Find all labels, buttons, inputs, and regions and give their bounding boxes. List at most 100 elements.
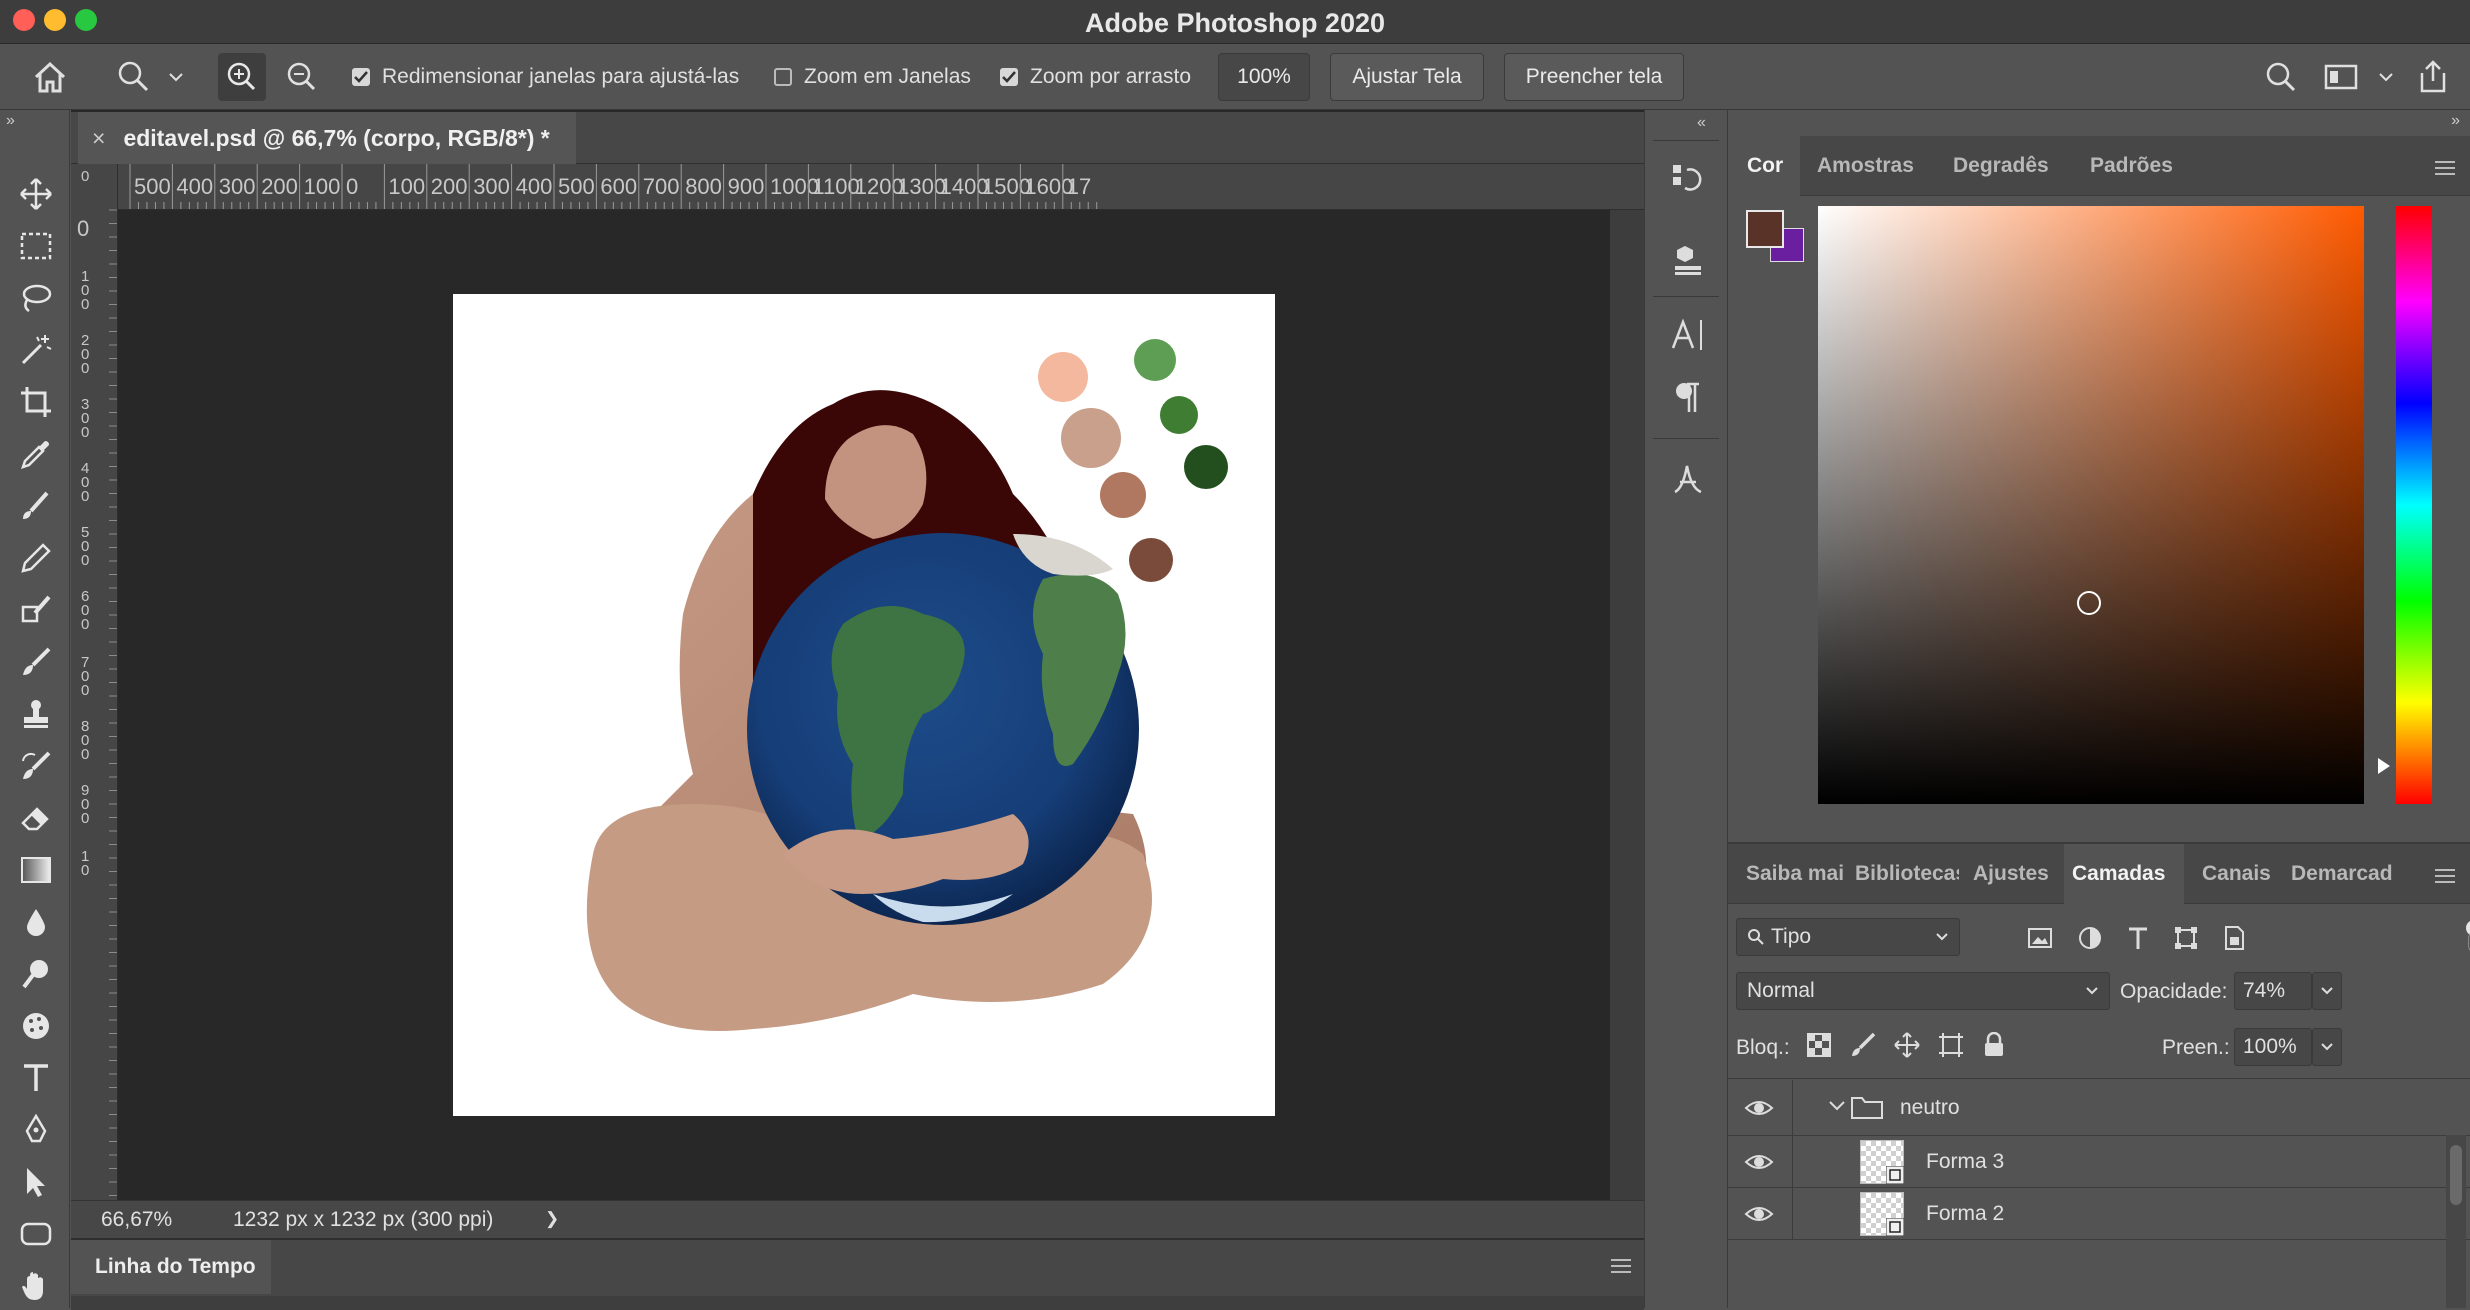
history-panel-icon[interactable]	[1671, 162, 1705, 196]
marquee-tool-icon[interactable]	[16, 226, 56, 266]
hue-slider[interactable]	[2396, 206, 2432, 804]
shape-tool-icon[interactable]	[16, 1214, 56, 1254]
magic-wand-tool-icon[interactable]	[16, 330, 56, 370]
zoom-out-button[interactable]	[278, 53, 326, 101]
layers-scrollbar-thumb[interactable]	[2450, 1145, 2462, 1205]
expand-toolbar-icon[interactable]: »	[6, 112, 15, 130]
stamp-tool-icon[interactable]	[16, 694, 56, 734]
document-tab[interactable]: × editavel.psd @ 66,7% (corpo, RGB/8*) *	[78, 112, 576, 164]
tab-adjustments[interactable]: Ajustes	[1973, 862, 2049, 886]
gradient-tool-icon[interactable]	[16, 850, 56, 890]
tab-layers[interactable]: Camadas	[2072, 862, 2165, 886]
tab-libraries[interactable]: Bibliotecas	[1855, 862, 1959, 886]
timeline-menu-icon[interactable]	[1610, 1256, 1632, 1280]
tab-color[interactable]: Cor	[1747, 154, 1783, 178]
search-icon[interactable]	[2264, 44, 2298, 110]
lock-pixels-icon[interactable]	[1850, 1032, 1876, 1058]
swatch-peach	[1038, 352, 1088, 402]
brush-tool-icon[interactable]	[16, 642, 56, 682]
zoom-all-windows-checkbox[interactable]	[774, 68, 792, 86]
close-tab-icon[interactable]: ×	[92, 125, 105, 152]
vertical-scrollbar[interactable]	[1610, 210, 1644, 1200]
vertical-ruler: 0010020030040050060070080090010	[71, 164, 118, 1200]
foreground-color-swatch[interactable]	[1746, 210, 1784, 248]
tab-swatches[interactable]: Amostras	[1817, 154, 1914, 178]
clone-stamp-tool-icon[interactable]	[16, 590, 56, 630]
layer-filter-select[interactable]: Tipo	[1736, 918, 1960, 956]
zoom-tool-icon[interactable]	[116, 44, 152, 110]
pen-tool-icon[interactable]	[16, 1110, 56, 1150]
blend-mode-select[interactable]: Normal	[1736, 972, 2110, 1010]
lock-position-icon[interactable]	[1894, 1032, 1920, 1058]
color-picker-cursor[interactable]	[2077, 591, 2101, 615]
hue-slider-handle[interactable]	[2378, 758, 2390, 774]
zoom-value-field[interactable]: 100%	[1218, 53, 1310, 101]
collapse-strip-icon[interactable]: «	[1697, 114, 1706, 132]
filter-type-icon[interactable]	[2124, 924, 2152, 952]
fill-field[interactable]: 100%	[2234, 1028, 2312, 1066]
move-tool-icon[interactable]	[16, 174, 56, 214]
layer-row[interactable]: Forma 3	[1728, 1136, 2470, 1188]
scrubby-zoom-checkbox[interactable]	[1000, 68, 1018, 86]
fill-dropdown[interactable]	[2312, 1028, 2342, 1066]
lock-transparent-icon[interactable]	[1806, 1032, 1832, 1058]
lasso-tool-icon[interactable]	[16, 278, 56, 318]
color-picker-field[interactable]	[1818, 206, 2364, 804]
zoom-in-button[interactable]	[218, 53, 266, 101]
hand-tool-icon[interactable]	[16, 1266, 56, 1306]
canvas-workspace[interactable]	[118, 210, 1610, 1200]
crop-tool-icon[interactable]	[16, 382, 56, 422]
properties-panel-icon[interactable]	[1671, 242, 1705, 276]
group-expand-chevron-icon[interactable]	[1828, 1100, 1846, 1112]
blur-tool-icon[interactable]	[16, 902, 56, 942]
layer-row[interactable]: Forma 2	[1728, 1188, 2470, 1240]
glyphs-panel-icon[interactable]	[1671, 460, 1705, 496]
eraser-tool-icon[interactable]	[16, 798, 56, 838]
lock-artboard-icon[interactable]	[1938, 1032, 1964, 1058]
expand-panels-icon[interactable]: »	[2451, 112, 2460, 130]
fill-screen-button[interactable]: Preencher tela	[1504, 53, 1684, 101]
healing-brush-tool-icon[interactable]	[16, 486, 56, 526]
chevron-down-icon[interactable]	[168, 44, 184, 110]
tab-channels[interactable]: Canais	[2202, 862, 2271, 886]
eyedropper-tool-icon[interactable]	[16, 434, 56, 474]
character-panel-icon[interactable]	[1669, 316, 1707, 354]
share-icon[interactable]	[2416, 44, 2450, 110]
opacity-dropdown[interactable]	[2312, 972, 2342, 1010]
workspace-chevron-icon[interactable]	[2378, 44, 2394, 110]
home-icon[interactable]	[32, 44, 68, 110]
dodge-tool-icon[interactable]	[16, 954, 56, 994]
filter-smart-object-icon[interactable]	[2220, 924, 2248, 952]
layer-group-row[interactable]: neutro	[1728, 1080, 2470, 1136]
timeline-tab[interactable]: Linha do Tempo	[71, 1240, 271, 1294]
history-brush-tool-icon[interactable]	[16, 746, 56, 786]
visibility-eye-icon[interactable]	[1744, 1093, 1774, 1123]
filter-pixel-icon[interactable]	[2026, 924, 2054, 952]
status-menu-arrow[interactable]: ❯	[545, 1209, 559, 1229]
filter-shape-icon[interactable]	[2172, 924, 2200, 952]
paragraph-panel-icon[interactable]	[1673, 380, 1703, 414]
sponge-tool-icon[interactable]	[16, 1006, 56, 1046]
shape-layer-badge-icon	[1886, 1218, 1904, 1236]
layers-panel-menu-icon[interactable]	[2434, 866, 2456, 890]
layer-name: Forma 2	[1926, 1202, 2005, 1225]
tab-gradients[interactable]: Degradês	[1953, 154, 2049, 178]
pencil-tool-icon[interactable]	[16, 538, 56, 578]
visibility-eye-icon[interactable]	[1744, 1199, 1774, 1229]
artboard-canvas[interactable]	[453, 294, 1275, 1116]
visibility-eye-icon[interactable]	[1744, 1147, 1774, 1177]
lock-all-icon[interactable]	[1982, 1031, 2006, 1058]
layers-scrollbar[interactable]	[2446, 1135, 2466, 1308]
status-zoom[interactable]: 66,67%	[101, 1208, 172, 1232]
workspace-icon[interactable]	[2324, 44, 2358, 110]
resize-windows-checkbox[interactable]	[352, 68, 370, 86]
filter-adjustment-icon[interactable]	[2076, 924, 2104, 952]
tab-paths[interactable]: Demarcad	[2291, 862, 2393, 886]
fit-screen-button[interactable]: Ajustar Tela	[1330, 53, 1484, 101]
path-selection-tool-icon[interactable]	[16, 1162, 56, 1202]
color-panel-menu-icon[interactable]	[2434, 158, 2456, 182]
opacity-field[interactable]: 74%	[2234, 972, 2312, 1010]
tab-patterns[interactable]: Padrões	[2090, 154, 2173, 178]
type-tool-icon[interactable]	[16, 1058, 56, 1098]
tab-learn[interactable]: Saiba mai	[1746, 862, 1844, 886]
